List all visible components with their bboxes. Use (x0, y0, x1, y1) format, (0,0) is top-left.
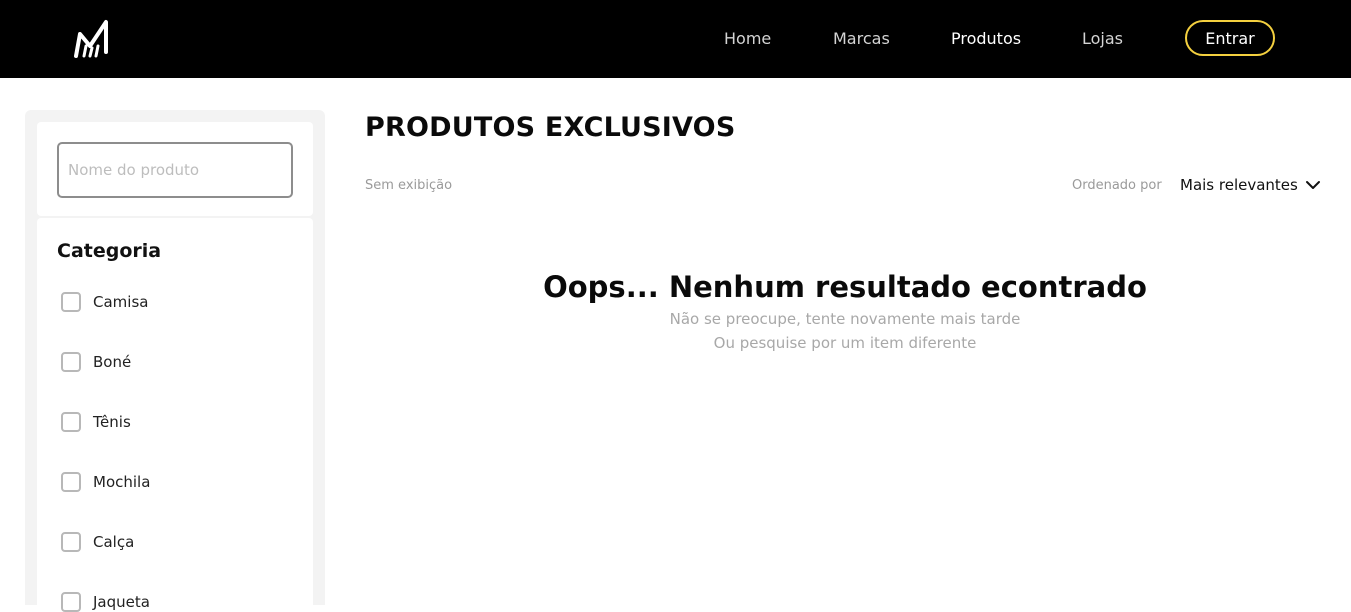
category-checkbox[interactable] (61, 412, 81, 432)
sort-label: Ordenado por (1072, 178, 1162, 193)
empty-state-suggestion: Ou pesquise por um item diferente (713, 334, 977, 352)
brand-logo-icon[interactable] (72, 18, 112, 60)
category-item-jaqueta[interactable]: Jaqueta (61, 592, 150, 612)
nav-lojas[interactable]: Lojas (1082, 29, 1123, 49)
category-checkbox[interactable] (61, 532, 81, 552)
category-item-camisa[interactable]: Camisa (61, 292, 148, 312)
nav-marcas[interactable]: Marcas (833, 29, 890, 49)
search-card (37, 122, 313, 216)
nav-home[interactable]: Home (724, 29, 771, 49)
empty-state-title: Oops... Nenhum resultado econtrado (543, 270, 1147, 304)
top-navbar: Home Marcas Produtos Lojas Entrar (0, 0, 1351, 78)
category-label: Camisa (93, 293, 149, 311)
page-title: PRODUTOS EXCLUSIVOS (365, 112, 736, 143)
category-item-mochila[interactable]: Mochila (61, 472, 150, 492)
category-item-bone[interactable]: Boné (61, 352, 131, 372)
empty-state-message: Não se preocupe, tente novamente mais ta… (669, 310, 1021, 328)
chevron-down-icon (1305, 181, 1320, 189)
category-checkbox[interactable] (61, 292, 81, 312)
sort-selected-value: Mais relevantes (1180, 176, 1298, 194)
category-label: Tênis (93, 413, 131, 431)
display-status-text: Sem exibição (365, 178, 453, 193)
category-label: Boné (93, 353, 132, 371)
category-title: Categoria (57, 240, 162, 262)
category-checkbox[interactable] (61, 592, 81, 612)
category-label: Calça (93, 533, 135, 551)
product-name-search-input[interactable] (57, 142, 293, 198)
category-checkbox[interactable] (61, 472, 81, 492)
login-button[interactable]: Entrar (1185, 20, 1275, 56)
sort-dropdown[interactable]: Mais relevantes (1180, 176, 1322, 194)
category-checkbox[interactable] (61, 352, 81, 372)
category-item-calca[interactable]: Calça (61, 532, 134, 552)
category-label: Mochila (93, 473, 151, 491)
category-item-tenis[interactable]: Tênis (61, 412, 131, 432)
nav-produtos[interactable]: Produtos (951, 29, 1021, 49)
category-label: Jaqueta (93, 593, 150, 611)
